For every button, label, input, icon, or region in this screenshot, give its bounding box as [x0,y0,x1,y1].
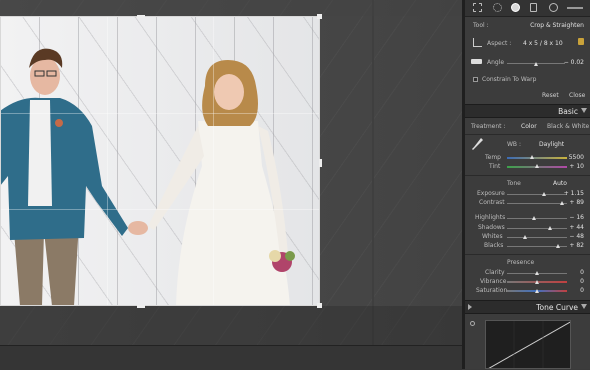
basic-panel-header[interactable]: Basic [465,104,590,118]
radial-filter-icon[interactable] [549,3,558,12]
treatment-bw[interactable]: Black & White [547,123,589,130]
close-button[interactable]: Close [569,92,585,99]
crop-grid-line [1,208,319,210]
temp-slider-thumb[interactable] [529,155,534,159]
wb-select[interactable]: Daylight [539,141,564,148]
aspect-select[interactable]: 4 x 5 / 8 x 10 [523,40,563,47]
crop-tool-icon[interactable] [473,3,482,12]
tone-label: Tone [507,180,521,187]
separator [465,134,590,135]
tint-value[interactable]: + 10 [569,163,584,170]
tool-label: Tool : [473,22,489,29]
lock-icon[interactable] [578,38,584,45]
target-adjustment-icon[interactable] [470,321,475,326]
constrain-checkbox[interactable] [473,77,478,82]
crop-frame[interactable] [0,14,322,308]
exposure-slider[interactable] [507,194,567,195]
lightroom-window: Tool : Crop & Straighten Aspect : 4 x 5 … [0,0,590,370]
angle-label: Angle [487,59,505,66]
shadows-value[interactable]: + 44 [569,224,584,231]
auto-button[interactable]: Auto [553,180,567,187]
graduated-filter-icon[interactable] [530,3,537,12]
spot-removal-icon[interactable] [493,3,502,12]
crop-overlay-right [320,16,462,306]
highlights-label: Highlights [475,214,506,221]
develop-panel: Tool : Crop & Straighten Aspect : 4 x 5 … [465,0,590,369]
crop-overlay-top [0,0,462,16]
shadows-slider[interactable] [507,228,567,229]
exposure-slider-thumb[interactable] [541,192,546,196]
tint-label: Tint [489,163,501,170]
clarity-label: Clarity [485,269,505,276]
vibrance-slider-thumb[interactable] [534,280,539,284]
red-eye-icon[interactable] [511,3,520,12]
contrast-label: Contrast [479,199,505,206]
basic-title: Basic [558,107,578,116]
saturation-slider-thumb[interactable] [534,289,539,293]
crop-grid-line [212,17,214,305]
contrast-value[interactable]: + 89 [569,199,584,206]
treatment-label: Treatment : [471,123,506,130]
crop-handle-top-right[interactable] [317,14,322,19]
image-canvas[interactable] [0,0,462,345]
clarity-value[interactable]: 0 [580,269,584,276]
saturation-label: Saturation [476,287,508,294]
whites-value[interactable]: − 48 [569,233,584,240]
clarity-slider-thumb[interactable] [534,271,539,275]
highlights-slider[interactable] [507,218,567,219]
contrast-slider[interactable] [507,203,567,204]
exposure-label: Exposure [477,190,505,197]
whites-slider[interactable] [507,237,567,238]
temp-slider[interactable] [507,157,567,159]
straighten-tool-icon[interactable] [471,59,482,64]
crop-frame-icon[interactable] [473,38,482,47]
saturation-value[interactable]: 0 [580,287,584,294]
crop-grid-line [106,17,108,305]
adjustment-brush-icon[interactable] [567,7,583,9]
whites-label: Whites [482,233,503,240]
collapse-triangle-icon [581,108,587,113]
presence-label: Presence [507,259,535,266]
temp-value[interactable]: 5500 [569,154,584,161]
constrain-label: Constrain To Warp [482,76,537,83]
blacks-label: Blacks [484,242,504,249]
contrast-slider-thumb[interactable] [559,201,564,205]
crop-handle-bottom[interactable] [137,305,145,308]
temp-label: Temp [485,154,501,161]
eyedropper-icon[interactable] [471,137,483,151]
aspect-label: Aspect : [487,40,512,47]
tone-curve-graph[interactable] [485,320,571,369]
blacks-value[interactable]: + 82 [569,242,584,249]
vibrance-label: Vibrance [480,278,507,285]
tool-strip [465,0,590,17]
exposure-value[interactable]: + 1.15 [564,190,584,197]
shadows-slider-thumb[interactable] [547,226,552,230]
highlights-value[interactable]: − 16 [569,214,584,221]
angle-slider-thumb[interactable] [533,62,538,66]
tool-name: Crop & Straighten [530,22,584,29]
tint-slider-thumb[interactable] [534,164,539,168]
shadows-label: Shadows [478,224,505,231]
crop-overlay-bottom [0,306,462,345]
crop-handle-top[interactable] [137,15,145,18]
separator [465,175,590,176]
treatment-color[interactable]: Color [521,123,537,130]
tone-curve-title: Tone Curve [536,303,578,312]
filmstrip-toolbar [0,345,462,370]
separator [465,254,590,255]
vibrance-value[interactable]: 0 [580,278,584,285]
tone-curve-header[interactable]: Tone Curve [465,300,590,314]
highlights-slider-thumb[interactable] [532,216,537,220]
crop-handle-bottom-right[interactable] [317,303,322,308]
tone-curve-line [488,321,570,368]
crop-grid-line [1,112,319,114]
crop-handle-right[interactable] [319,159,322,167]
blacks-slider-thumb[interactable] [556,244,561,248]
angle-value[interactable]: − 0.02 [564,59,584,66]
wb-label: WB : [507,141,521,148]
whites-slider-thumb[interactable] [522,235,527,239]
collapse-triangle-icon [581,304,587,309]
reset-button[interactable]: Reset [542,92,559,99]
expand-triangle-icon [468,304,472,310]
